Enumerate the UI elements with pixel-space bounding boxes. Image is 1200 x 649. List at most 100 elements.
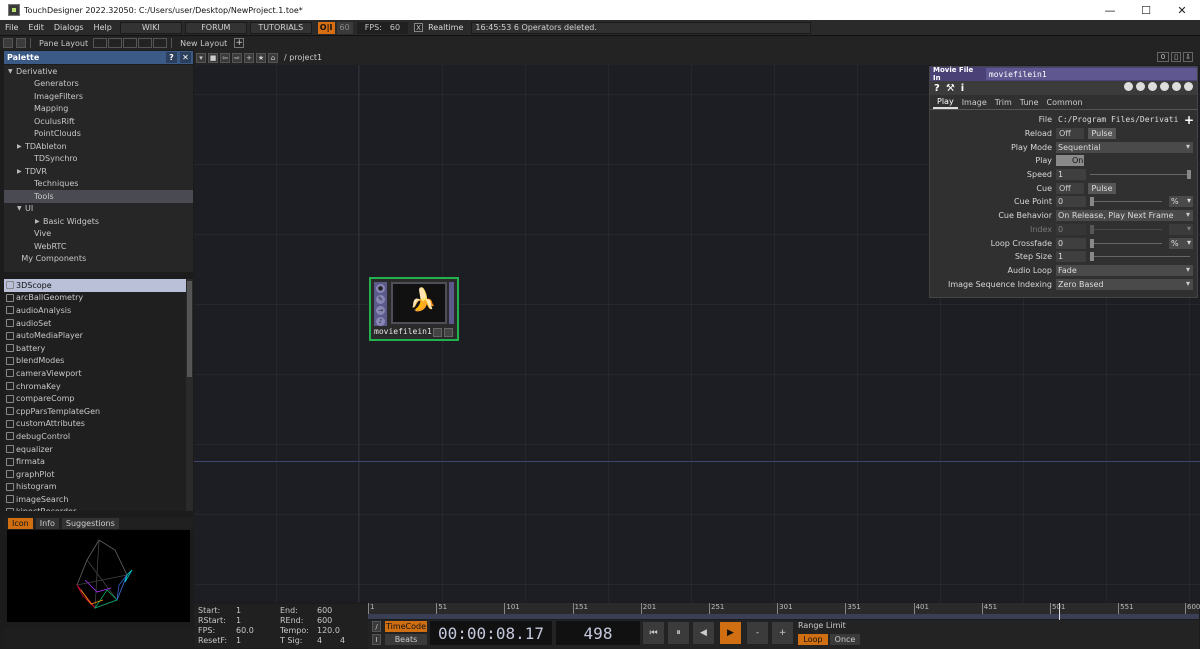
- moviefilein-node[interactable]: ● ✎ → ♪ 🍌 moviefilein1: [369, 277, 459, 341]
- expand-right-icon[interactable]: ▶: [35, 218, 43, 225]
- i-button[interactable]: I: [372, 634, 381, 645]
- layout-split-v-button[interactable]: [108, 38, 123, 48]
- operator-list-item[interactable]: cameraViewport: [4, 367, 186, 380]
- step-back-button[interactable]: ◀: [692, 621, 715, 645]
- playhead[interactable]: [1059, 603, 1060, 620]
- expand-right-icon[interactable]: ▶: [17, 143, 25, 150]
- operator-list-item[interactable]: debugControl: [4, 430, 186, 443]
- tab-icon[interactable]: Icon: [8, 517, 33, 529]
- home-icon[interactable]: ⌂: [268, 52, 278, 63]
- wiki-button[interactable]: WIKI: [119, 21, 182, 34]
- python-icon[interactable]: ⚒: [946, 83, 955, 94]
- rewind-button[interactable]: ⏮: [642, 621, 665, 645]
- tab-common[interactable]: Common: [1043, 95, 1087, 109]
- operator-list-item[interactable]: autoMediaPlayer: [4, 329, 186, 342]
- operator-list-item[interactable]: customAttributes: [4, 418, 186, 431]
- bookmark-icon[interactable]: ★: [256, 52, 266, 63]
- reload-toggle[interactable]: Off: [1056, 128, 1084, 140]
- stop-icon[interactable]: ■: [208, 52, 218, 63]
- operator-list-item[interactable]: graphPlot: [4, 468, 186, 481]
- custom-params-icon[interactable]: [1172, 82, 1181, 91]
- close-button[interactable]: ✕: [1164, 0, 1200, 20]
- operator-list-scrollbar[interactable]: [186, 279, 193, 511]
- network-path[interactable]: / project1: [284, 53, 322, 62]
- operator-list-item[interactable]: 3DScope: [4, 279, 186, 292]
- reload-pulse-button[interactable]: Pulse: [1088, 128, 1116, 140]
- operator-list-item[interactable]: histogram: [4, 481, 186, 494]
- menu-edit[interactable]: Edit: [23, 23, 49, 32]
- info-button[interactable]: i: [961, 83, 964, 94]
- beats-button[interactable]: Beats: [385, 634, 427, 645]
- oi-button[interactable]: O|I: [317, 21, 335, 34]
- loop-button[interactable]: Loop: [798, 634, 828, 645]
- operator-list-item[interactable]: cppParsTemplateGen: [4, 405, 186, 418]
- help-button[interactable]: ?: [934, 83, 940, 94]
- cue-toggle[interactable]: Off: [1056, 182, 1084, 194]
- speed-value[interactable]: 1: [1056, 169, 1086, 181]
- tree-item[interactable]: Mapping: [4, 103, 193, 116]
- tab-image[interactable]: Image: [958, 95, 991, 109]
- play-toggle[interactable]: On: [1056, 155, 1084, 167]
- operator-list-item[interactable]: compareComp: [4, 392, 186, 405]
- slider-handle[interactable]: [1187, 170, 1191, 180]
- scrollbar-thumb[interactable]: [187, 281, 192, 377]
- back-icon[interactable]: ⇦: [220, 52, 230, 63]
- refresh-icon[interactable]: [1148, 82, 1157, 91]
- network-number[interactable]: 0: [1157, 52, 1169, 62]
- once-button[interactable]: Once: [830, 634, 860, 645]
- add-layout-button[interactable]: +: [234, 38, 245, 48]
- menu-help[interactable]: Help: [89, 23, 117, 32]
- operator-list-item[interactable]: battery: [4, 342, 186, 355]
- tree-item[interactable]: My Components: [4, 253, 193, 266]
- tree-item[interactable]: PointClouds: [4, 128, 193, 141]
- palette-help-button[interactable]: ?: [166, 52, 177, 63]
- cue-point-unit-select[interactable]: %: [1169, 196, 1193, 208]
- layout-triple-button[interactable]: [138, 38, 153, 48]
- tempo-value[interactable]: 120.0: [317, 626, 340, 635]
- maximize-button[interactable]: ☐: [1128, 0, 1164, 20]
- slash-button[interactable]: /: [372, 621, 381, 632]
- tree-item[interactable]: Tools: [4, 190, 193, 203]
- forward-icon[interactable]: ⇨: [232, 52, 242, 63]
- operator-list-item[interactable]: imageSearch: [4, 493, 186, 506]
- tree-item[interactable]: ▶ TDVR: [4, 165, 193, 178]
- cue-point-slider[interactable]: 0%: [1056, 196, 1193, 208]
- expand-down-icon[interactable]: ▼: [17, 205, 25, 212]
- operator-list-item[interactable]: kinectRecorder: [4, 506, 186, 511]
- anchor-icon[interactable]: [16, 38, 26, 48]
- tab-info[interactable]: Info: [35, 517, 59, 529]
- comment-icon[interactable]: [1136, 82, 1145, 91]
- tab-suggestions[interactable]: Suggestions: [61, 517, 119, 529]
- expand-right-icon[interactable]: ▶: [17, 168, 25, 175]
- tree-item[interactable]: WebRTC: [4, 240, 193, 253]
- split-icon[interactable]: ▯: [1171, 52, 1181, 62]
- tree-item[interactable]: Vive: [4, 228, 193, 241]
- edit-icon[interactable]: [1124, 82, 1133, 91]
- operator-list-item[interactable]: arcBallGeometry: [4, 292, 186, 305]
- network-menu-icon[interactable]: ▾: [196, 52, 206, 63]
- tree-item[interactable]: Techniques: [4, 178, 193, 191]
- palette-close-button[interactable]: ✕: [180, 52, 191, 63]
- menu-file[interactable]: File: [0, 23, 23, 32]
- tree-item[interactable]: Generators: [4, 78, 193, 91]
- tree-item[interactable]: ▶ TDAbleton: [4, 140, 193, 153]
- fps-value[interactable]: 60.0: [236, 626, 254, 635]
- operator-list-item[interactable]: blendModes: [4, 355, 186, 368]
- add-icon[interactable]: +: [244, 52, 254, 63]
- bypass-flag-icon[interactable]: ✎: [376, 295, 385, 304]
- layout-single-button[interactable]: [93, 38, 108, 48]
- audio-loop-select[interactable]: Fade: [1056, 264, 1193, 276]
- tree-item[interactable]: ImageFilters: [4, 90, 193, 103]
- end-value[interactable]: 600: [317, 606, 332, 615]
- add-connector-icon[interactable]: [444, 328, 453, 337]
- tree-item[interactable]: ▶ Basic Widgets: [4, 215, 193, 228]
- tsig-denominator[interactable]: 4: [340, 636, 345, 645]
- python-help-icon[interactable]: [1160, 82, 1169, 91]
- pause-button[interactable]: ⏸: [667, 621, 690, 645]
- viewer-flag-icon[interactable]: ●: [376, 284, 385, 293]
- layout-quad-button[interactable]: [153, 38, 168, 48]
- display-flag-icon[interactable]: →: [376, 306, 385, 315]
- cook-flag-icon[interactable]: [433, 328, 442, 337]
- loop-crossfade-value[interactable]: 0: [1056, 237, 1086, 249]
- tutorials-button[interactable]: TUTORIALS: [249, 21, 312, 34]
